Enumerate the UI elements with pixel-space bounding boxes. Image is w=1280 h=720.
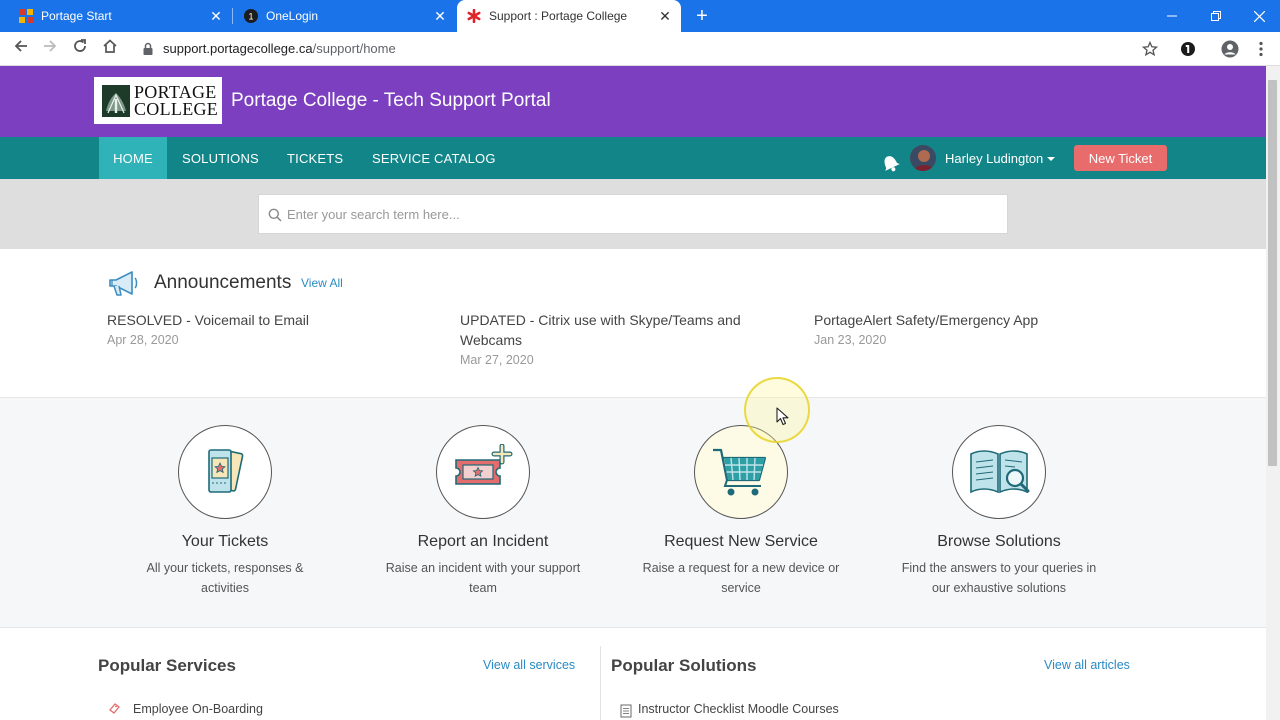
announcements-heading: Announcements xyxy=(154,272,292,293)
card-title[interactable]: Report an Incident xyxy=(363,533,603,551)
card-description: Raise an incident with your support team xyxy=(385,561,581,595)
card-your-tickets[interactable]: Your Tickets All your tickets, responses… xyxy=(105,425,345,598)
announcement-item[interactable]: RESOLVED - Voicemail to Email Apr 28, 20… xyxy=(107,310,427,350)
url-host: support.portagecollege.ca xyxy=(163,41,313,56)
card-report-incident[interactable]: Report an Incident Raise an incident wit… xyxy=(363,425,603,598)
card-icon-circle[interactable] xyxy=(436,425,530,519)
popular-service-item[interactable]: Employee On-Boarding xyxy=(133,702,263,716)
logo-line-1: PORTAGE xyxy=(134,81,217,102)
onelogin-favicon-icon: 1 xyxy=(244,9,258,23)
url-path: /support/home xyxy=(312,41,396,56)
browser-menu-icon[interactable] xyxy=(1251,39,1271,59)
asterisk-favicon-icon xyxy=(467,9,481,23)
nav-tickets[interactable]: TICKETS xyxy=(287,137,343,179)
site-header: PORTAGE COLLEGE Portage College - Tech S… xyxy=(0,66,1266,137)
card-icon-circle[interactable] xyxy=(178,425,272,519)
lock-icon[interactable] xyxy=(141,42,155,56)
user-name-dropdown[interactable]: Harley Ludington xyxy=(945,151,1043,166)
popular-solutions-heading: Popular Solutions xyxy=(611,656,757,675)
close-tab-icon[interactable]: ✕ xyxy=(432,8,448,24)
card-description: All your tickets, responses & activities xyxy=(146,561,304,595)
user-avatar[interactable] xyxy=(910,145,936,171)
tab-title: Support : Portage College xyxy=(489,9,628,23)
tab-onelogin[interactable]: 1 OneLogin ✕ xyxy=(232,0,456,32)
tab-title: OneLogin xyxy=(266,9,319,23)
announcement-item[interactable]: UPDATED - Citrix use with Skype/Teams an… xyxy=(460,310,760,370)
book-search-icon xyxy=(970,450,1030,494)
portage-start-favicon-icon xyxy=(19,9,33,23)
section-divider xyxy=(600,646,601,720)
onelogin-extension-icon[interactable] xyxy=(1178,39,1198,59)
card-title[interactable]: Your Tickets xyxy=(105,533,345,551)
home-icon[interactable] xyxy=(99,38,121,60)
tab-portage-start[interactable]: Portage Start ✕ xyxy=(0,0,232,32)
tickets-icon xyxy=(208,449,244,493)
shopping-cart-icon xyxy=(713,448,767,496)
announcement-title[interactable]: RESOLVED - Voicemail to Email xyxy=(107,310,427,330)
url-field[interactable]: support.portagecollege.ca/support/home xyxy=(163,41,396,56)
view-all-services-link[interactable]: View all services xyxy=(483,658,575,672)
announcement-title[interactable]: PortageAlert Safety/Emergency App xyxy=(814,310,1134,330)
popular-services-heading: Popular Services xyxy=(98,656,236,675)
card-icon-circle[interactable] xyxy=(952,425,1046,519)
bookmark-star-icon[interactable] xyxy=(1140,39,1160,59)
view-all-articles-link[interactable]: View all articles xyxy=(1044,658,1130,672)
search-box[interactable] xyxy=(258,194,1008,234)
announcement-date: Jan 23, 2020 xyxy=(814,333,887,347)
announcement-date: Mar 27, 2020 xyxy=(460,353,534,367)
announcement-title[interactable]: UPDATED - Citrix use with Skype/Teams an… xyxy=(460,310,760,350)
new-tab-button[interactable]: + xyxy=(692,6,712,26)
card-description: Raise a request for a new device or serv… xyxy=(642,561,840,595)
minimize-window-icon[interactable] xyxy=(1150,0,1194,32)
nav-service-catalog[interactable]: SERVICE CATALOG xyxy=(372,137,496,179)
new-ticket-button[interactable]: New Ticket xyxy=(1074,145,1167,171)
search-input[interactable] xyxy=(287,195,987,233)
card-description: Find the answers to your queries in our … xyxy=(901,561,1097,595)
notification-bell-icon[interactable] xyxy=(878,150,902,174)
logo-line-2: COLLEGE xyxy=(134,98,219,119)
close-tab-icon[interactable]: ✕ xyxy=(208,8,224,24)
profile-account-icon[interactable] xyxy=(1220,39,1240,59)
nav-home[interactable]: HOME xyxy=(99,137,167,179)
back-arrow-icon[interactable] xyxy=(10,38,32,60)
article-document-icon xyxy=(620,704,632,718)
reload-icon[interactable] xyxy=(69,38,91,60)
close-window-icon[interactable] xyxy=(1237,0,1280,32)
logo-text: PORTAGE COLLEGE xyxy=(134,81,219,119)
close-tab-icon[interactable]: ✕ xyxy=(657,8,673,24)
card-title[interactable]: Request New Service xyxy=(621,533,861,551)
announcements-view-all-link[interactable]: View All xyxy=(301,276,343,290)
card-title[interactable]: Browse Solutions xyxy=(879,533,1119,551)
card-browse-solutions[interactable]: Browse Solutions Find the answers to you… xyxy=(879,425,1119,598)
forward-arrow-icon[interactable] xyxy=(39,38,61,60)
incident-ticket-icon xyxy=(455,444,513,485)
svg-text:1: 1 xyxy=(248,12,253,22)
portal-title: Portage College - Tech Support Portal xyxy=(231,90,551,111)
announcement-item[interactable]: PortageAlert Safety/Emergency App Jan 23… xyxy=(814,310,1134,350)
megaphone-icon xyxy=(109,271,138,296)
search-icon xyxy=(268,208,282,222)
popular-solution-item[interactable]: Instructor Checklist Moodle Courses xyxy=(638,702,839,716)
restore-window-icon[interactable] xyxy=(1194,0,1238,32)
portage-college-logo[interactable]: PORTAGE COLLEGE xyxy=(94,77,222,124)
nav-solutions[interactable]: SOLUTIONS xyxy=(182,137,259,179)
card-request-new-service[interactable]: Request New Service Raise a request for … xyxy=(621,425,861,598)
service-tag-icon xyxy=(109,703,120,714)
mouse-pointer-icon xyxy=(776,407,789,426)
tab-support-portage-college[interactable]: Support : Portage College ✕ xyxy=(457,0,681,32)
chevron-down-icon[interactable] xyxy=(1047,157,1055,161)
announcement-date: Apr 28, 2020 xyxy=(107,333,179,347)
scrollbar-thumb[interactable] xyxy=(1268,80,1277,466)
logo-tree-mark-icon xyxy=(102,84,130,117)
tab-title: Portage Start xyxy=(41,9,112,23)
